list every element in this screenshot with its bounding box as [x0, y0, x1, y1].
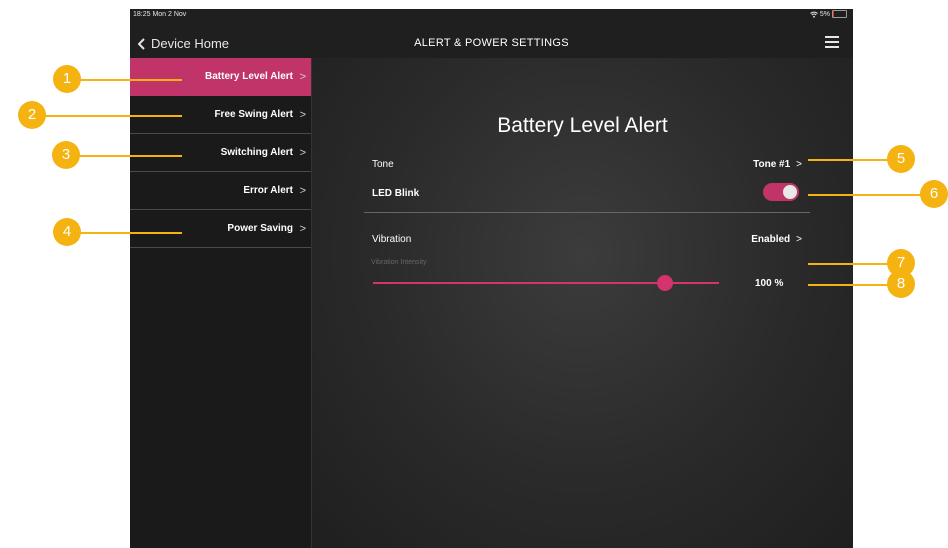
wifi-icon	[810, 11, 818, 18]
led-blink-toggle[interactable]	[763, 183, 799, 201]
panel-title: Battery Level Alert	[497, 114, 668, 137]
callout-badge-5: 5	[887, 145, 915, 173]
sidebar-item-label: Switching Alert	[220, 147, 293, 158]
tone-label: Tone	[372, 159, 394, 170]
sidebar-item-label: Error Alert	[243, 185, 293, 196]
status-right: 5%	[810, 10, 847, 18]
toggle-knob	[783, 185, 797, 199]
tone-value: Tone #1	[753, 159, 791, 170]
led-blink-label: LED Blink	[372, 188, 420, 199]
chevron-right-icon: >	[796, 159, 802, 170]
callout-line-6	[808, 194, 932, 196]
vibration-intensity-slider-thumb[interactable]	[657, 275, 673, 291]
sidebar-item-label: Battery Level Alert	[205, 71, 293, 82]
battery-icon	[832, 10, 847, 18]
vibration-intensity-label: Vibration Intensity	[371, 259, 427, 266]
battery-percent: 5%	[819, 10, 830, 18]
vibration-intensity-value: 100 %	[755, 278, 784, 289]
callout-badge-3: 3	[52, 141, 80, 169]
callout-badge-1: 1	[53, 65, 81, 93]
sidebar-item-label: Free Swing Alert	[214, 109, 293, 120]
sidebar-item-battery-level-alert[interactable]: Battery Level Alert >	[130, 58, 311, 96]
callout-line-3	[68, 155, 182, 157]
callout-line-1	[70, 79, 182, 81]
divider	[364, 212, 810, 213]
status-time: 18:25 Mon 2 Nov	[133, 11, 187, 18]
sidebar-item-error-alert[interactable]: Error Alert >	[130, 172, 311, 210]
sidebar-item-power-saving[interactable]: Power Saving >	[130, 210, 311, 248]
device-screen: 18:25 Mon 2 Nov 5% Device Home ALERT & P…	[130, 9, 853, 548]
vibration-label: Vibration	[372, 234, 412, 245]
chevron-right-icon: >	[299, 185, 306, 197]
sidebar-item-label: Power Saving	[227, 223, 293, 234]
callout-badge-6: 6	[920, 180, 948, 208]
page-title: ALERT & POWER SETTINGS	[414, 37, 569, 49]
chevron-right-icon: >	[299, 109, 306, 121]
chevron-right-icon: >	[796, 234, 802, 245]
status-bar: 18:25 Mon 2 Nov 5%	[130, 9, 853, 23]
sidebar: Battery Level Alert > Free Swing Alert >…	[130, 58, 312, 548]
nav-bar: Device Home ALERT & POWER SETTINGS	[130, 23, 853, 63]
hamburger-menu-icon[interactable]	[825, 36, 839, 48]
callout-line-4	[70, 232, 182, 234]
vibration-value: Enabled	[751, 234, 791, 245]
tone-selector[interactable]: Tone #1 >	[753, 159, 802, 170]
chevron-right-icon: >	[299, 147, 306, 159]
callout-badge-4: 4	[53, 218, 81, 246]
callout-badge-2: 2	[18, 101, 46, 129]
callout-line-2	[34, 115, 182, 117]
settings-panel: Battery Level Alert Tone Tone #1 > LED Bl…	[312, 58, 853, 548]
vibration-selector[interactable]: Enabled >	[751, 234, 802, 245]
chevron-right-icon: >	[299, 223, 306, 235]
sidebar-item-switching-alert[interactable]: Switching Alert >	[130, 134, 311, 172]
chevron-right-icon: >	[299, 71, 306, 83]
callout-badge-8: 8	[887, 270, 915, 298]
